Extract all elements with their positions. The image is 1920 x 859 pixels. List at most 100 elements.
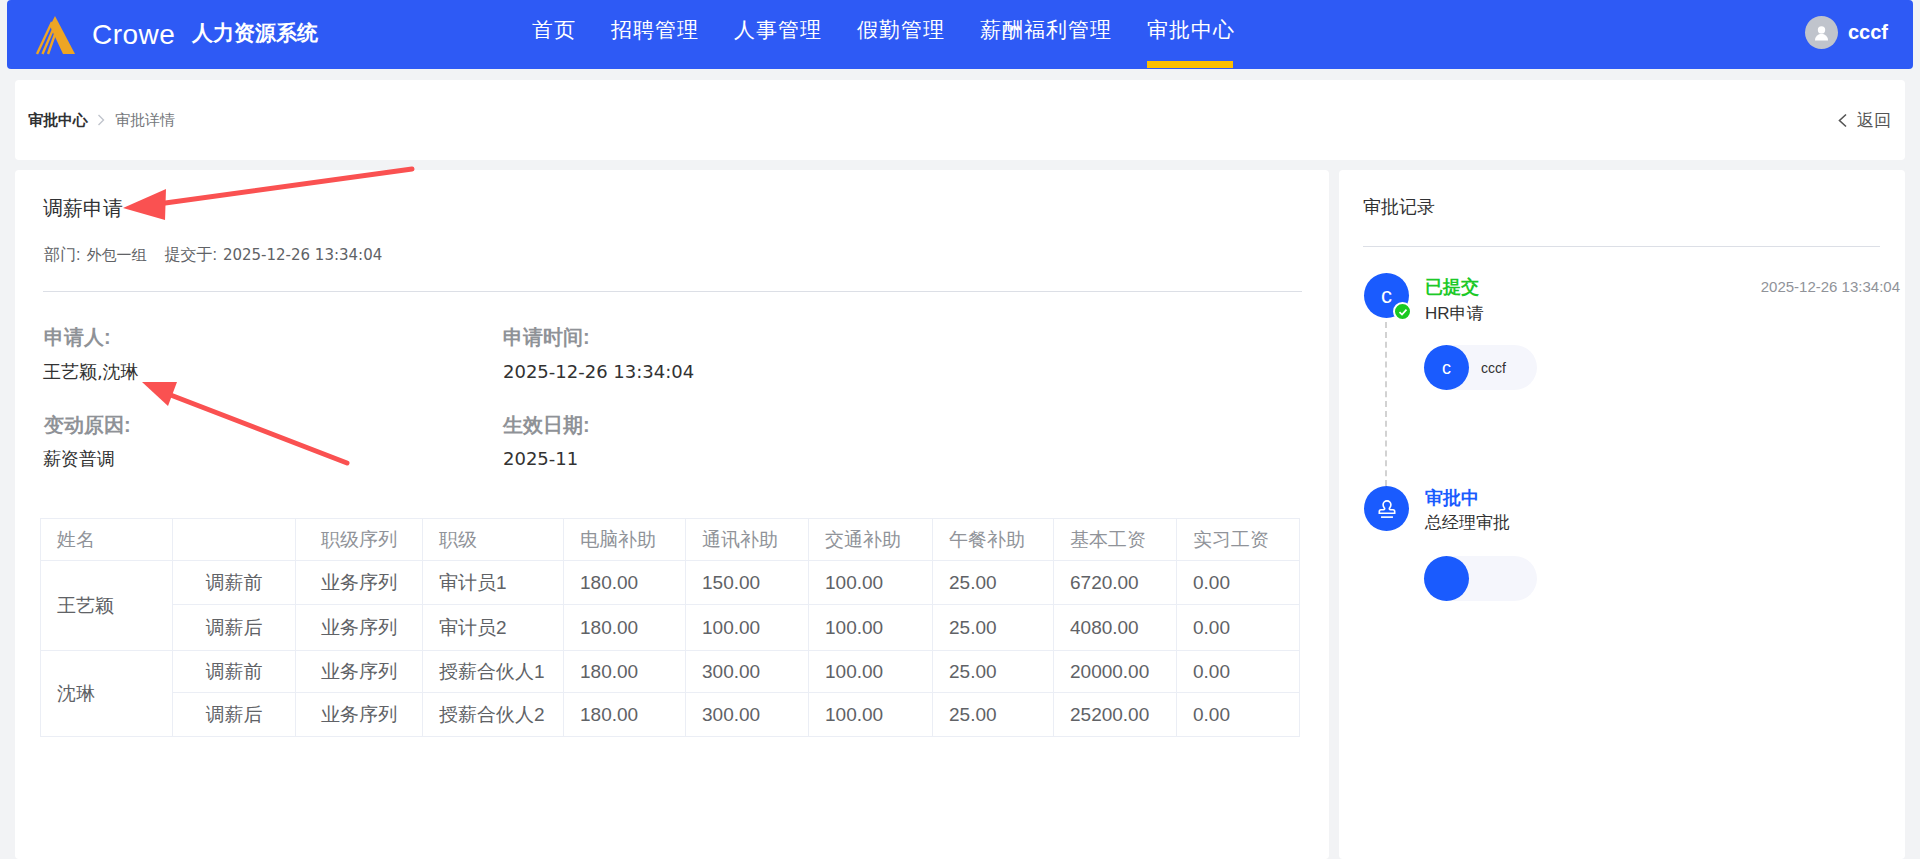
timeline-connector (1385, 322, 1387, 486)
table-cell: 100.00 (809, 561, 933, 605)
table-cell: 100.00 (809, 693, 933, 737)
submitted-label: 提交于: (164, 246, 216, 263)
submitter-avatar: c (1424, 345, 1469, 390)
table-cell: 调薪后 (173, 605, 296, 651)
dept-value: 外包一组 (86, 246, 146, 264)
table-cell: 业务序列 (296, 605, 423, 651)
change-reason-label: 变动原因: (44, 415, 131, 435)
table-cell: 180.00 (564, 605, 686, 651)
apply-time-value: 2025-12-26 13:34:04 (503, 363, 694, 381)
submitted-value: 2025-12-26 13:34:04 (223, 246, 382, 264)
applicant-value: 王艺颖,沈琳 (43, 363, 139, 381)
salary-table: 姓名 职级序列 职级 电脑补助 通讯补助 交通补助 午餐补助 基本工资 实习工资… (40, 518, 1300, 737)
table-cell: 6720.00 (1054, 561, 1177, 605)
divider (1363, 246, 1880, 247)
breadcrumb-bar: 审批中心 审批详情 返回 (15, 80, 1905, 160)
step-approving-status: 审批中 (1425, 489, 1479, 507)
employee-name-cell: 王艺颖 (41, 561, 173, 651)
employee-name-cell: 沈琳 (41, 651, 173, 737)
approval-detail-card: 调薪申请 部门: 外包一组 提交于: 2025-12-26 13:34:04 申请人:… (15, 170, 1329, 859)
check-icon (1393, 302, 1412, 321)
col-lunch-allowance: 午餐补助 (933, 519, 1054, 561)
nav-payroll-label: 薪酬福利管理 (980, 16, 1112, 44)
step-approving-icon-node (1364, 486, 1409, 531)
table-cell: 0.00 (1177, 561, 1300, 605)
submitter-name: cccf (1481, 360, 1506, 376)
user-name[interactable]: cccf (1848, 22, 1888, 43)
nav-home[interactable]: 首页 (532, 0, 576, 69)
applicant-label: 申请人: (44, 327, 111, 347)
nav-personnel[interactable]: 人事管理 (734, 0, 822, 69)
step-submitted-time: 2025-12-26 13:34:04 (1761, 278, 1900, 295)
col-phase (173, 519, 296, 561)
nav-personnel-label: 人事管理 (734, 16, 822, 44)
back-button[interactable]: 返回 (1837, 109, 1891, 132)
chevron-left-icon (1837, 113, 1848, 128)
nav-attendance-label: 假勤管理 (857, 16, 945, 44)
nav-recruit[interactable]: 招聘管理 (611, 0, 699, 69)
table-cell: 0.00 (1177, 693, 1300, 737)
table-cell: 100.00 (809, 651, 933, 693)
col-comm-allowance: 通讯补助 (686, 519, 809, 561)
table-cell: 100.00 (686, 605, 809, 651)
table-cell: 审计员2 (423, 605, 564, 651)
step-submitted-desc: HR申请 (1425, 305, 1484, 322)
nav-home-label: 首页 (532, 16, 576, 44)
table-cell: 180.00 (564, 651, 686, 693)
table-cell: 调薪后 (173, 693, 296, 737)
table-cell: 25.00 (933, 651, 1054, 693)
table-cell: 180.00 (564, 561, 686, 605)
col-rank: 职级 (423, 519, 564, 561)
table-cell: 20000.00 (1054, 651, 1177, 693)
table-row: 调薪后 业务序列 审计员2 180.00 100.00 100.00 25.00… (41, 605, 1300, 651)
nav-approval-center[interactable]: 审批中心 (1147, 0, 1235, 69)
divider (43, 291, 1302, 292)
effective-date-label: 生效日期: (503, 415, 590, 435)
breadcrumb-root[interactable]: 审批中心 (28, 111, 88, 130)
table-cell: 调薪前 (173, 561, 296, 605)
col-base-salary: 基本工资 (1054, 519, 1177, 561)
nav-payroll[interactable]: 薪酬福利管理 (980, 0, 1112, 69)
avatar-letter: c (1381, 285, 1392, 307)
table-cell: 25.00 (933, 605, 1054, 651)
effective-date-value: 2025-11 (503, 450, 578, 468)
table-cell: 调薪前 (173, 651, 296, 693)
step-submitted-status: 已提交 (1425, 278, 1479, 296)
user-avatar[interactable] (1805, 16, 1838, 49)
step-approving-desc: 总经理审批 (1425, 514, 1510, 531)
dept-label: 部门: (44, 246, 80, 263)
col-computer-allowance: 电脑补助 (564, 519, 686, 561)
request-meta: 部门: 外包一组 提交于: 2025-12-26 13:34:04 (44, 247, 382, 263)
col-name: 姓名 (41, 519, 173, 561)
nav-attendance[interactable]: 假勤管理 (857, 0, 945, 69)
table-cell: 0.00 (1177, 651, 1300, 693)
table-row: 调薪后 业务序列 授薪合伙人2 180.00 300.00 100.00 25.… (41, 693, 1300, 737)
col-rank-series: 职级序列 (296, 519, 423, 561)
chevron-right-icon (97, 114, 105, 126)
table-cell: 300.00 (686, 651, 809, 693)
approval-record-title: 审批记录 (1363, 198, 1435, 217)
table-row: 沈琳 调薪前 业务序列 授薪合伙人1 180.00 300.00 100.00 … (41, 651, 1300, 693)
crowe-logo-icon (33, 15, 77, 55)
brand-wordmark: Crowe (92, 21, 175, 49)
table-cell: 业务序列 (296, 561, 423, 605)
approval-record-panel: 审批记录 c 已提交 2025-12-26 13:34:04 HR申请 c cc… (1339, 170, 1905, 859)
col-transport-allowance: 交通补助 (809, 519, 933, 561)
table-cell: 4080.00 (1054, 605, 1177, 651)
request-title: 调薪申请 (43, 197, 123, 219)
app-title: 人力资源系统 (192, 22, 318, 43)
col-intern-salary: 实习工资 (1177, 519, 1300, 561)
table-cell: 授薪合伙人1 (423, 651, 564, 693)
table-cell: 180.00 (564, 693, 686, 737)
back-label: 返回 (1857, 109, 1891, 132)
main-nav: 首页 招聘管理 人事管理 假勤管理 薪酬福利管理 审批中心 (532, 0, 1235, 69)
table-cell: 授薪合伙人2 (423, 693, 564, 737)
approver-chip (1424, 556, 1537, 601)
stamp-icon (1374, 496, 1400, 522)
table-cell: 25200.00 (1054, 693, 1177, 737)
table-row: 王艺颖 调薪前 业务序列 审计员1 180.00 150.00 100.00 2… (41, 561, 1300, 605)
table-cell: 业务序列 (296, 693, 423, 737)
table-cell: 100.00 (809, 605, 933, 651)
table-cell: 0.00 (1177, 605, 1300, 651)
nav-recruit-label: 招聘管理 (611, 16, 699, 44)
